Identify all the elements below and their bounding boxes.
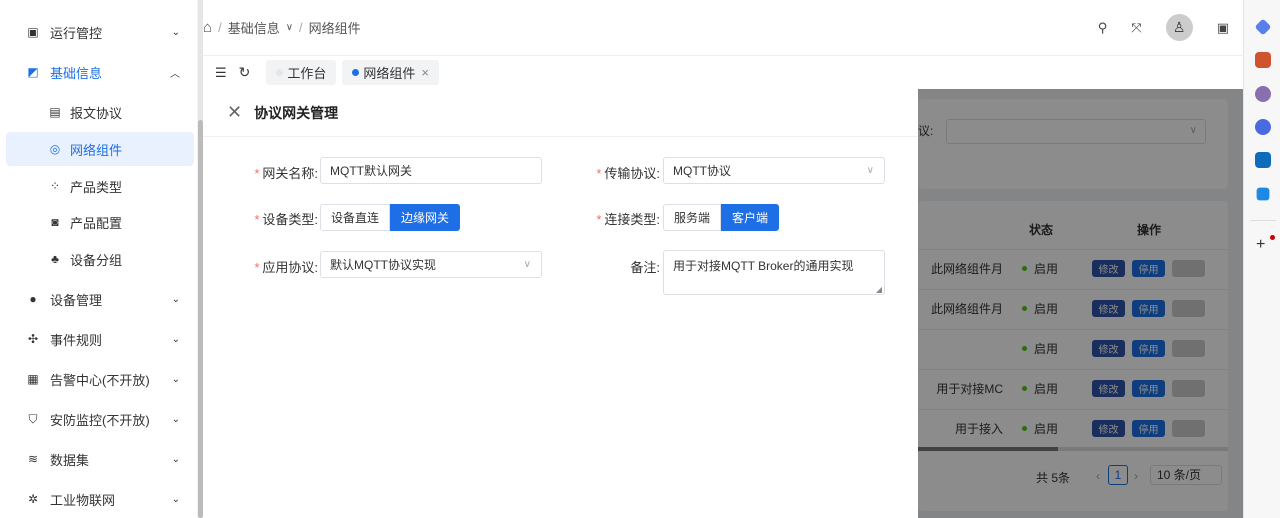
conn-type-server[interactable]: 服务端 [663, 204, 722, 231]
resize-handle-icon[interactable]: ◢ [876, 285, 882, 294]
fullscreen-icon[interactable]: ⤧ [1131, 20, 1141, 36]
tag-icon[interactable] [1254, 18, 1272, 36]
home-icon[interactable]: ⌂ [203, 19, 212, 36]
sidebar-item-product-type[interactable]: ⁘ 产品类型 [6, 169, 194, 203]
collapse-menu-icon[interactable]: ☰ [215, 65, 227, 81]
tab-dot [276, 69, 284, 76]
browser-sidebar: + [1243, 0, 1280, 518]
hierarchy-icon: ♣ [51, 252, 59, 266]
sidebar: ▣ 运行管控 ⌄ ◩ 基础信息 ︿ ▤ 报文协议 ◎ 网络组件 ⁘ 产品类型 ◙ 产品配置 ♣ 设… [0, 0, 197, 518]
info-icon: ◩ [27, 65, 39, 79]
chevron-down-icon: ⌄ [171, 493, 180, 505]
sidebar-item-event-rules[interactable]: ✣ 事件规则 ⌄ [6, 322, 194, 356]
alarm-icon: ▦ [27, 372, 39, 386]
copilot-icon[interactable] [1255, 119, 1271, 135]
sidebar-item-dataset[interactable]: ≋ 数据集 ⌄ [6, 442, 194, 476]
network-icon: ◎ [49, 142, 61, 156]
tab-network-component[interactable]: 网络组件 × [342, 60, 440, 85]
transport-protocol-select[interactable]: MQTT协议 ∨ [663, 157, 885, 184]
chevron-down-icon: ⌄ [171, 413, 180, 425]
device-type-edge-gateway[interactable]: 边缘网关 [390, 204, 461, 231]
add-icon[interactable]: + [1256, 236, 1265, 254]
sidebar-item-product-config[interactable]: ◙ 产品配置 [6, 205, 194, 239]
breadcrumb-basic-info[interactable]: 基础信息 [228, 18, 280, 37]
chevron-down-icon: ⌄ [171, 453, 180, 465]
breadcrumb: ⌂ / 基础信息 ∨ / 网络组件 [203, 18, 361, 37]
chevron-down-icon: ⌄ [171, 333, 180, 345]
toolbox-icon[interactable] [1255, 52, 1271, 68]
sidebar-item-alarm-center[interactable]: ▦ 告警中心(不开放) ⌄ [6, 362, 194, 396]
sidebar-item-industrial-iot[interactable]: ✲ 工业物联网 ⌄ [6, 482, 194, 516]
connection-type-radio-group: 服务端 客户端 [663, 204, 780, 231]
main-area: ⌂ / 基础信息 ∨ / 网络组件 ⚲ ⤧ ♙ ▣ ☰ ↻ 工作台 网络组件 × … [203, 0, 1243, 518]
search-icon[interactable]: ⚲ [1098, 20, 1108, 36]
chevron-down-icon: ∨ [523, 259, 531, 270]
drawer-title: 协议网关管理 [254, 104, 339, 121]
device-type-radio-group: 设备直连 边缘网关 [320, 204, 461, 231]
chevron-down-icon: ∨ [866, 165, 874, 176]
send-icon[interactable] [1256, 187, 1270, 201]
device-icon: ● [29, 292, 37, 306]
grid-icon: ⁘ [49, 179, 61, 193]
sidebar-item-device-management[interactable]: ● 设备管理 ⌄ [6, 282, 194, 316]
app-protocol-select[interactable]: 默认MQTT协议实现 ∨ [320, 251, 542, 278]
chevron-down-icon: ⌄ [171, 373, 180, 385]
config-icon: ◙ [51, 215, 59, 229]
document-icon: ▤ [49, 105, 61, 119]
conn-type-client[interactable]: 客户端 [721, 204, 780, 231]
gateway-name-input[interactable]: MQTT默认网关 [320, 157, 542, 184]
active-dot [352, 69, 360, 76]
sidebar-item-ops-control[interactable]: ▣ 运行管控 ⌄ [6, 15, 194, 49]
iot-icon: ✲ [27, 492, 39, 506]
layout-icon[interactable]: ▣ [1217, 20, 1229, 36]
layers-icon: ≋ [27, 452, 39, 466]
tab-workbench[interactable]: 工作台 [266, 60, 337, 85]
header: ⌂ / 基础信息 ∨ / 网络组件 ⚲ ⤧ ♙ ▣ [203, 0, 1243, 56]
notification-dot [1270, 235, 1275, 240]
avatar[interactable]: ♙ [1165, 14, 1193, 41]
drawer: ✕ 协议网关管理 * 网关名称: MQTT默认网关 * 传输协议: MQTT协议 ∨ … [203, 89, 918, 518]
sidebar-item-message-protocol[interactable]: ▤ 报文协议 [6, 95, 194, 129]
sidebar-item-network-component[interactable]: ◎ 网络组件 [6, 132, 194, 166]
close-drawer-icon[interactable]: ✕ [227, 102, 242, 123]
sidebar-item-security-monitor[interactable]: ⛉ 安防监控(不开放) ⌄ [6, 402, 194, 436]
chevron-down-icon: ⌄ [171, 293, 180, 305]
refresh-icon[interactable]: ↻ [239, 64, 251, 81]
sidebar-item-basic-info[interactable]: ◩ 基础信息 ︿ [6, 55, 194, 89]
drawer-mask[interactable] [918, 89, 1243, 518]
close-tab-icon[interactable]: × [421, 65, 429, 80]
breadcrumb-network-component: 网络组件 [308, 21, 361, 36]
outlook-icon[interactable] [1255, 152, 1271, 168]
chevron-down-icon: ⌄ [171, 26, 180, 38]
shield-icon: ⛉ [28, 411, 38, 426]
sidebar-item-device-group[interactable]: ♣ 设备分组 [6, 242, 194, 276]
tabs-bar: ☰ ↻ 工作台 网络组件 × [203, 56, 1243, 89]
chevron-down-icon: ∨ [285, 22, 294, 33]
remark-textarea[interactable]: 用于对接MQTT Broker的通用实现 ◢ [663, 250, 885, 295]
device-type-direct[interactable]: 设备直连 [320, 204, 391, 231]
chevron-up-icon: ︿ [170, 68, 180, 80]
persona-icon[interactable] [1255, 86, 1271, 102]
rule-icon: ✣ [27, 332, 39, 346]
monitor-icon: ▣ [27, 25, 39, 39]
